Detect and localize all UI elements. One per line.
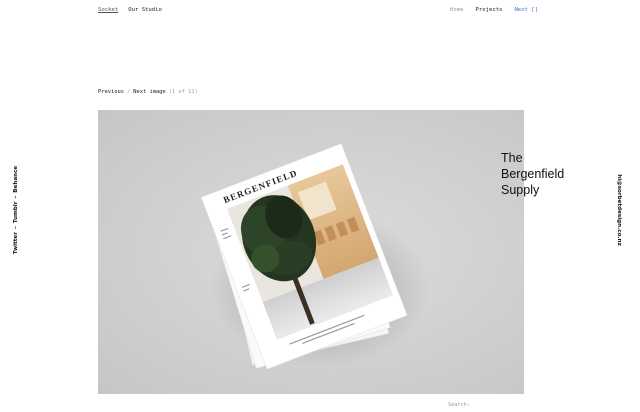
nav-link-home[interactable]: Home: [450, 7, 463, 13]
magazine-stack-illustration: BERGENFIELD: [200, 143, 430, 370]
social-link-behance[interactable]: Behance: [13, 166, 19, 193]
image-pager: Previous / Next image (1 of 11): [98, 89, 198, 95]
project-title-line-3: Supply: [501, 183, 540, 197]
project-title: The Bergenfield Supply: [501, 150, 611, 198]
social-link-tumblr[interactable]: Tumblr: [13, 202, 19, 224]
social-separator: –: [13, 226, 19, 230]
secondary-nav: Home Projects Next []: [450, 7, 538, 13]
project-title-line-1: The: [501, 151, 523, 165]
social-links: Twitter – Tumblr – Behance: [13, 166, 19, 254]
project-title-line-2: Bergenfield: [501, 167, 565, 181]
social-separator: –: [13, 195, 19, 199]
nav-link-our-studio[interactable]: Our Studio: [128, 7, 162, 13]
previous-link[interactable]: Previous: [98, 89, 124, 95]
project-hero-image: BERGENFIELD: [98, 110, 524, 394]
social-link-twitter[interactable]: Twitter: [13, 232, 19, 254]
search-label[interactable]: Search:: [448, 402, 470, 408]
next-image-link[interactable]: Next image: [133, 89, 165, 95]
primary-nav: Socket Our Studio: [98, 7, 162, 13]
pager-separator: /: [126, 89, 131, 95]
nav-link-next[interactable]: Next []: [514, 7, 538, 13]
nav-link-projects[interactable]: Projects: [475, 7, 502, 13]
contact-email-link[interactable]: hi@sorbetdesign.co.nz: [616, 174, 622, 246]
nav-link-socket[interactable]: Socket: [98, 7, 118, 13]
image-count: (1 of 11): [168, 89, 198, 95]
